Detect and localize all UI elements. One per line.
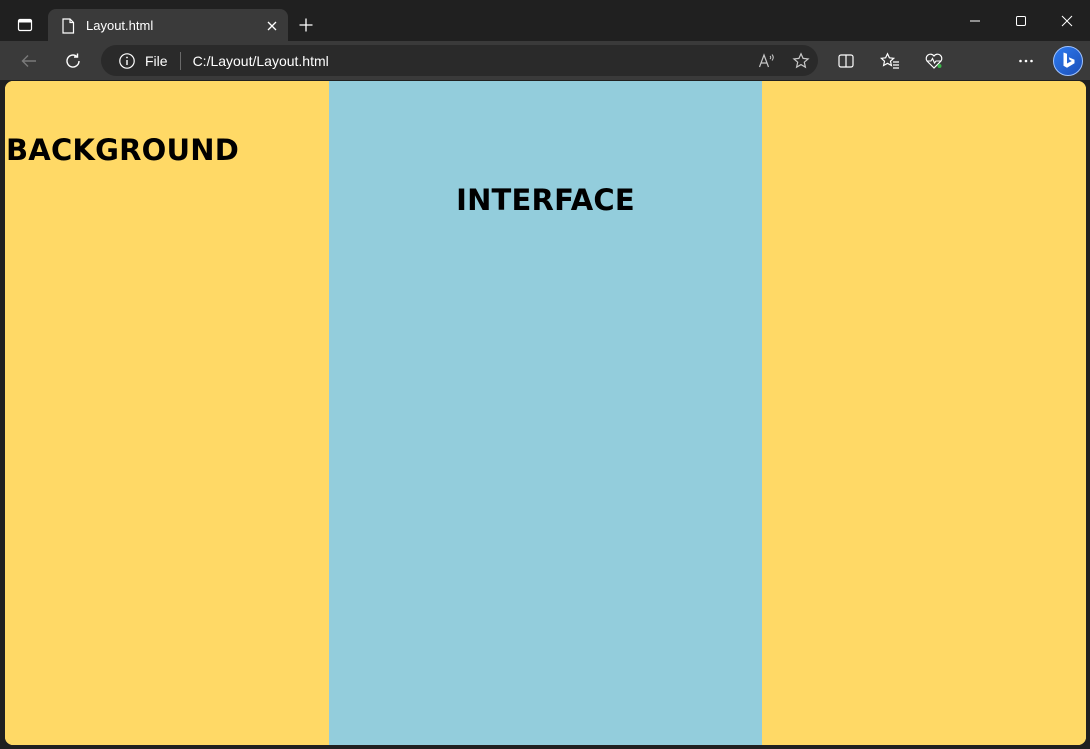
address-bar[interactable]: File C:/Layout/Layout.html [101,45,818,76]
interface-heading: INTERFACE [456,183,635,217]
window-close-icon [1061,15,1073,26]
close-icon[interactable] [258,12,286,40]
new-tab-button[interactable] [292,11,320,39]
favorites-button[interactable] [873,44,907,78]
more-button[interactable] [1009,44,1043,78]
address-url[interactable]: C:/Layout/Layout.html [193,53,750,69]
address-scheme: File [145,52,168,69]
favorite-button[interactable] [784,45,818,76]
back-button[interactable] [12,44,46,78]
read-aloud-button[interactable] [750,45,784,76]
tab-actions-button[interactable] [8,8,42,42]
browser-essentials-icon [925,53,943,69]
right-column [762,81,1086,745]
window-bottom-border [0,745,1090,749]
minimize-icon [970,20,980,21]
info-icon[interactable] [117,51,137,71]
page-icon [60,17,76,34]
tab-strip: Layout.html [0,0,1090,42]
back-icon [21,55,36,67]
minimize-button[interactable] [952,0,998,41]
left-column: BACKGROUND [5,81,329,745]
center-column: INTERFACE [329,81,762,745]
maximize-icon [1016,15,1026,26]
copilot-button[interactable] [1051,44,1085,78]
favorites-icon [880,52,899,69]
tab-title: Layout.html [86,18,154,33]
refresh-icon [66,53,80,68]
browser-toolbar: File C:/Layout/Layout.html [0,41,1090,80]
favorite-star-icon [792,51,810,68]
plus-icon [299,18,313,32]
page-viewport: BACKGROUND INTERFACE [5,81,1086,745]
browser-tab[interactable]: Layout.html [48,9,288,42]
background-heading: BACKGROUND [6,133,239,167]
read-aloud-icon [758,52,774,67]
split-screen-button[interactable] [829,44,863,78]
copilot-icon [1053,46,1083,76]
more-icon [1019,59,1033,63]
split-screen-icon [838,54,854,68]
tab-actions-icon [17,18,33,32]
window-close-button[interactable] [1044,0,1090,41]
browser-essentials-button[interactable] [917,44,951,78]
address-separator [179,51,181,70]
window-controls [952,0,1090,41]
refresh-button[interactable] [56,44,90,78]
maximize-button[interactable] [998,0,1044,41]
